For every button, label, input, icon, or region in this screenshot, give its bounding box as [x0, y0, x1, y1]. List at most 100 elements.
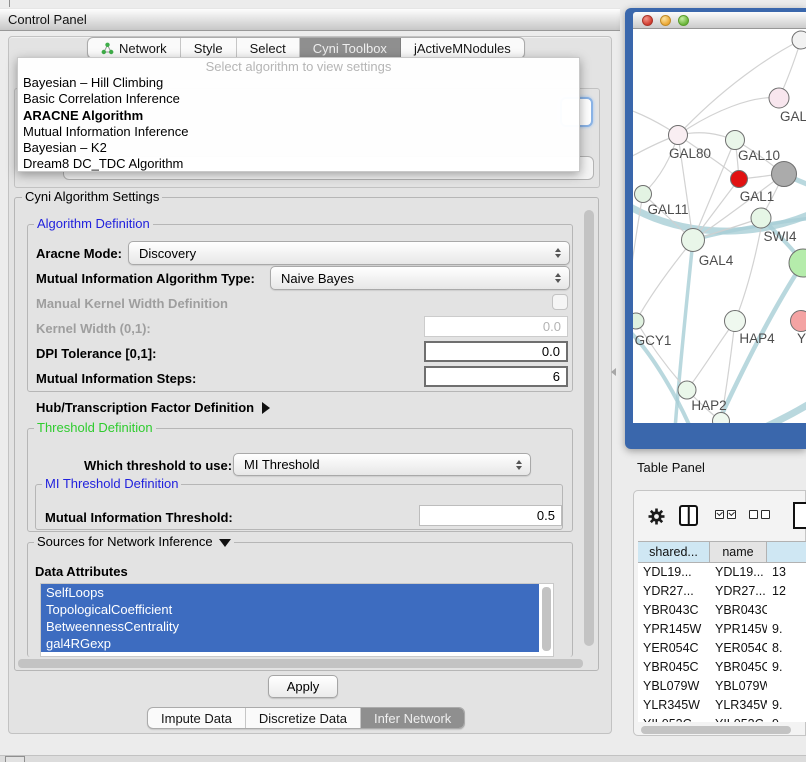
network-node[interactable]: [792, 31, 806, 49]
unchecked-box-icon[interactable]: [749, 510, 758, 519]
attribute-item[interactable]: TopologicalCoefficient: [41, 601, 539, 618]
table-row[interactable]: YLR345WYLR345W9.: [638, 696, 806, 715]
tab-cyni-toolbox[interactable]: Cyni Toolbox: [300, 38, 401, 58]
network-node[interactable]: [678, 381, 696, 399]
column-header[interactable]: [767, 542, 806, 562]
which-threshold-combo[interactable]: MI Threshold: [233, 453, 531, 476]
network-node[interactable]: [789, 249, 806, 277]
network-node[interactable]: [725, 311, 746, 332]
checked-box-icon[interactable]: [727, 510, 736, 519]
table-cell: YDR27...: [638, 582, 710, 601]
network-node[interactable]: [731, 171, 748, 188]
attribute-item[interactable]: gal4RGexp: [41, 635, 539, 652]
table-cell: YBR045C: [710, 658, 767, 677]
mi-type-combo[interactable]: Naive Bayes: [270, 266, 570, 290]
network-node[interactable]: [713, 413, 730, 424]
manual-kernel-checkbox[interactable]: [552, 294, 568, 310]
network-edge[interactable]: [735, 228, 761, 321]
zoom-window-icon[interactable]: [678, 15, 689, 26]
dpi-tolerance-label: DPI Tolerance [0,1]:: [36, 346, 156, 361]
network-view-window[interactable]: GALGAL80GAL10GAL1GAL11SWI4GAL4GCY1HAP4YH…: [625, 8, 806, 449]
gear-icon[interactable]: [647, 507, 666, 526]
tab-style[interactable]: Style: [181, 38, 237, 58]
table-panel: shared...name YDL19...YDL19...13YDR27...…: [633, 490, 806, 736]
network-node[interactable]: [726, 131, 745, 150]
node-label: GAL11: [647, 202, 688, 217]
tab-network[interactable]: Network: [88, 38, 181, 58]
kernel-width-field[interactable]: 0.0: [424, 316, 568, 337]
table-row[interactable]: YDR27...YDR27...12: [638, 582, 806, 601]
spinner-arrows-icon: [516, 460, 522, 470]
aracne-mode-combo[interactable]: Discovery: [128, 241, 570, 265]
attributes-scrollbar[interactable]: [542, 587, 551, 651]
table-row[interactable]: YBL079WYBL079W: [638, 677, 806, 696]
network-window-titlebar[interactable]: [633, 12, 806, 29]
minimized-panel-icon[interactable]: [5, 756, 25, 762]
data-attributes-list[interactable]: SelfLoopsTopologicalCoefficientBetweenne…: [40, 583, 554, 657]
tab-impute-data[interactable]: Impute Data: [148, 708, 246, 728]
control-panel-titlebar: Control Panel: [0, 8, 620, 31]
algorithm-option[interactable]: Basic Correlation Inference: [18, 91, 579, 107]
screen: Control Panel Network Style Select Cyni …: [0, 0, 806, 762]
network-node[interactable]: [791, 311, 806, 332]
table-cell: YER054C: [710, 639, 767, 658]
node-label: GAL10: [738, 148, 780, 163]
document-icon[interactable]: [793, 502, 806, 529]
settings-horizontal-scrollbar[interactable]: [18, 659, 583, 668]
checked-box-icon[interactable]: [715, 510, 724, 519]
table-panel-title: Table Panel: [637, 460, 705, 475]
kernel-width-label: Kernel Width (0,1):: [36, 321, 151, 336]
attribute-item[interactable]: SelfLoops: [41, 584, 539, 601]
table-row[interactable]: YER054CYER054C8.: [638, 639, 806, 658]
unchecked-box-icon[interactable]: [761, 510, 770, 519]
mi-threshold-title: MI Threshold Definition: [42, 477, 181, 491]
algorithm-option[interactable]: Dream8 DC_TDC Algorithm: [18, 156, 579, 172]
column-header[interactable]: shared...: [638, 542, 710, 562]
algorithm-option[interactable]: Mutual Information Inference: [18, 124, 579, 140]
tab-select[interactable]: Select: [237, 38, 300, 58]
table-cell: YER054C: [638, 639, 710, 658]
table-cell: YPR145W: [638, 620, 710, 639]
network-node[interactable]: [682, 229, 705, 252]
hub-definition-expander[interactable]: Hub/Transcription Factor Definition: [36, 399, 270, 417]
table-row[interactable]: YIL052CYIL052C9: [638, 715, 806, 722]
node-label: GCY1: [635, 333, 672, 348]
sources-title[interactable]: Sources for Network Inference: [34, 535, 234, 549]
network-edge[interactable]: [643, 135, 678, 194]
split-columns-icon[interactable]: [679, 505, 698, 526]
tab-discretize-data[interactable]: Discretize Data: [246, 708, 361, 728]
table-cell: YBR043C: [710, 601, 767, 620]
minimize-window-icon[interactable]: [660, 15, 671, 26]
table-horizontal-scrollbar[interactable]: [641, 726, 791, 734]
settings-vertical-scrollbar[interactable]: [584, 210, 594, 646]
network-node[interactable]: [669, 126, 688, 145]
table-row[interactable]: YBR043CYBR043C: [638, 601, 806, 620]
mi-threshold-field[interactable]: 0.5: [419, 505, 562, 526]
network-edge[interactable]: [678, 98, 779, 135]
tab-jactivemnodules[interactable]: jActiveMNodules: [401, 38, 524, 58]
dpi-tolerance-field[interactable]: 0.0: [424, 341, 568, 362]
pane-splitter-handle[interactable]: [611, 368, 616, 376]
algorithm-option[interactable]: Bayesian – K2: [18, 140, 579, 156]
column-header[interactable]: name: [710, 542, 767, 562]
algorithm-option[interactable]: ARACNE Algorithm: [18, 108, 579, 124]
network-node[interactable]: [772, 162, 797, 187]
network-node[interactable]: [633, 313, 644, 329]
apply-button[interactable]: Apply: [268, 675, 338, 698]
table-cell: YBL079W: [638, 677, 710, 696]
algorithm-placeholder: Select algorithm to view settings: [18, 58, 579, 75]
network-edge[interactable]: [761, 401, 806, 423]
network-node[interactable]: [635, 186, 652, 203]
algorithm-popup-list: Bayesian – Hill ClimbingBasic Correlatio…: [18, 75, 579, 173]
tab-infer-network[interactable]: Infer Network: [361, 708, 464, 728]
algorithm-option[interactable]: Bayesian – Hill Climbing: [18, 75, 579, 91]
close-window-icon[interactable]: [642, 15, 653, 26]
table-row[interactable]: YPR145WYPR145W9.: [638, 620, 806, 639]
table-row[interactable]: YDL19...YDL19...13: [638, 563, 806, 582]
mi-steps-field[interactable]: 6: [424, 366, 568, 387]
network-canvas[interactable]: GALGAL80GAL10GAL1GAL11SWI4GAL4GCY1HAP4YH…: [633, 29, 806, 423]
attribute-item[interactable]: BetweennessCentrality: [41, 618, 539, 635]
network-node[interactable]: [769, 88, 789, 108]
table-row[interactable]: YBR045CYBR045C9.: [638, 658, 806, 677]
network-node[interactable]: [751, 208, 771, 228]
